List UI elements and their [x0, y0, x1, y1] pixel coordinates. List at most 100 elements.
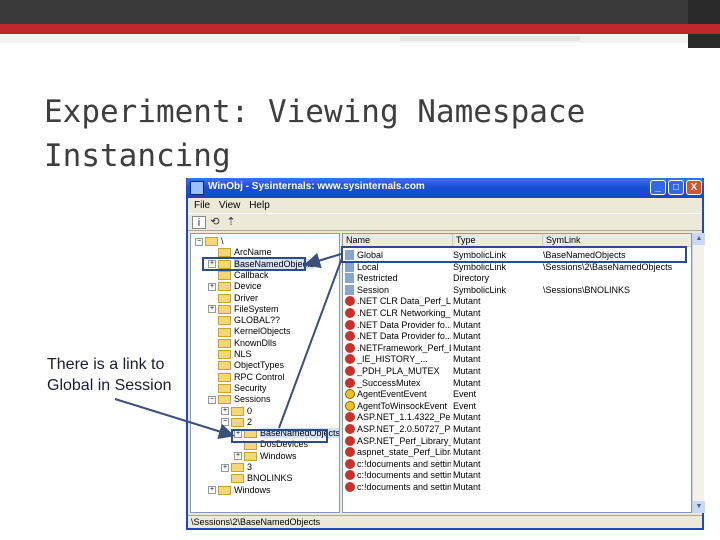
list-item[interactable]: .NET CLR Data_Perf_Li... Mutant [343, 295, 691, 307]
mutant-icon [345, 482, 355, 492]
list-item[interactable]: .NET CLR Networking_... Mutant [343, 307, 691, 319]
menu-view[interactable]: View [219, 198, 241, 213]
tree-node[interactable]: − Sessions [208, 394, 271, 405]
tree-node[interactable]: GLOBAL?? [208, 315, 280, 326]
link-icon [345, 261, 354, 272]
list-item[interactable]: .NETFramework_Perf_L...Mutant [343, 342, 691, 354]
close-button[interactable]: X [686, 180, 702, 195]
expand-icon[interactable]: + [221, 463, 229, 472]
object-type: Mutant [453, 377, 481, 388]
tree-node[interactable]: + Windows [208, 485, 271, 496]
mutant-icon [345, 366, 355, 376]
menu-help[interactable]: Help [249, 198, 270, 213]
object-type: Mutant [453, 354, 481, 365]
tree-node-label: 0 [247, 405, 253, 416]
object-type: Event [453, 389, 477, 400]
object-name: c:!documents and setting... [357, 458, 451, 469]
object-name: ASP.NET_2.0.50727_Pe... [357, 424, 451, 434]
mutant-icon [345, 331, 355, 342]
tree-node[interactable]: + FileSystem [208, 304, 279, 315]
highlight-global-link [341, 246, 687, 263]
event-icon [345, 389, 355, 400]
list-item[interactable]: aspnet_state_Perf_LibraryMutant [343, 446, 691, 458]
mutant-icon [345, 296, 355, 307]
find-icon[interactable]: ⇡ [224, 216, 238, 229]
object-name: ASP.NET_1.1.4322_Per... [357, 412, 451, 423]
list-item[interactable]: AgentEventEvent Event [343, 388, 691, 400]
list-item[interactable]: ASP.NET_Perf_Library_ Mutant [343, 435, 691, 447]
menu-file[interactable]: File [194, 198, 210, 213]
expand-icon[interactable]: + [208, 305, 216, 314]
list-item[interactable]: c:!documents and setting...Mutant [343, 469, 691, 481]
tree-node[interactable]: +3 [221, 462, 252, 473]
tree-node[interactable]: + Windows [234, 451, 297, 462]
list-item[interactable]: Session SymbolicLink \Sessions\BNOLINKS [343, 284, 691, 296]
collapse-icon[interactable]: − [208, 395, 216, 404]
list-item[interactable]: .NET Data Provider fo... Mutant [343, 330, 691, 342]
tree-node[interactable]: Callback [208, 270, 269, 281]
properties-icon[interactable]: i [192, 216, 206, 229]
tree-node-label: ArcName [234, 247, 272, 258]
folder-icon [218, 361, 231, 371]
tree-node[interactable]: RPC Control [208, 372, 285, 383]
window-titlebar[interactable]: WinObj - Sysinternals: www.sysinternals.… [186, 178, 704, 198]
minimize-button[interactable]: _ [650, 180, 666, 195]
tree-node-label: KernelObjects [234, 326, 291, 337]
maximize-button[interactable]: □ [668, 180, 684, 195]
list-item[interactable]: ASP.NET_1.1.4322_Per... Mutant [343, 411, 691, 423]
expand-icon[interactable]: + [208, 486, 216, 495]
tree-node[interactable]: Driver [208, 293, 258, 304]
list-item[interactable]: Restricted Directory [343, 272, 691, 284]
vertical-scrollbar[interactable]: ▲ ▼ [692, 233, 705, 513]
scroll-up-icon[interactable]: ▲ [693, 233, 705, 245]
collapse-icon[interactable]: − [195, 237, 203, 246]
mutant-icon [345, 308, 355, 318]
slide-title: Experiment: Viewing Namespace Instancing [44, 94, 586, 174]
tree-node-label: 3 [247, 462, 253, 473]
mutant-icon [345, 435, 355, 446]
tree-node[interactable]: ObjectTypes [208, 360, 284, 371]
object-type: Mutant [453, 470, 481, 481]
tree-node[interactable]: −2 [221, 417, 252, 428]
object-name: AgentToWinsockEvent [357, 400, 448, 411]
list-item[interactable]: AgentToWinsockEvent Event [343, 400, 691, 412]
list-item[interactable]: _IE_HISTORY_... Mutant [343, 353, 691, 365]
callout-text: There is a link to Global in Session [47, 356, 172, 394]
expand-icon[interactable]: + [221, 407, 229, 416]
object-name: Restricted [357, 273, 398, 284]
tree-node-label: Callback [234, 270, 269, 281]
tree-node-label: Sessions [234, 394, 271, 405]
list-item[interactable]: c:!documents and setting...Mutant [343, 481, 691, 493]
tree-node[interactable]: KernelObjects [208, 326, 291, 337]
scroll-down-icon[interactable]: ▼ [693, 501, 705, 513]
tree-node[interactable]: KnownDlls [208, 338, 277, 349]
object-type: Mutant [453, 458, 481, 469]
refresh-icon[interactable]: ⟲ [208, 216, 222, 229]
tree-node[interactable]: +0 [221, 406, 252, 417]
tree-node[interactable]: − \ [195, 236, 224, 247]
expand-icon[interactable]: + [234, 452, 242, 461]
tree-pane[interactable]: − \ ArcName + BaseNamedObjects Callback + Devic… [190, 233, 340, 513]
folder-icon [231, 406, 244, 416]
object-name: ASP.NET_Perf_Library_ [357, 435, 451, 446]
collapse-icon[interactable]: − [221, 418, 229, 427]
tree-node[interactable]: Security [208, 383, 267, 394]
list-item[interactable]: c:!documents and setting...Mutant [343, 458, 691, 470]
tree-node-label: GLOBAL?? [234, 315, 281, 326]
status-bar: \Sessions\2\BaseNamedObjects [188, 515, 702, 528]
list-item[interactable]: _SuccessMutex Mutant [343, 377, 691, 389]
tree-node[interactable]: NLS [208, 349, 252, 360]
object-type: Event [453, 400, 477, 411]
object-name: .NET CLR Data_Perf_Li... [357, 296, 451, 307]
folder-icon [205, 237, 218, 247]
mutant-icon [345, 354, 355, 365]
expand-icon[interactable]: + [208, 282, 216, 291]
list-item[interactable]: ASP.NET_2.0.50727_Pe...Mutant [343, 423, 691, 435]
mutant-icon [345, 447, 355, 458]
list-item[interactable]: .NET Data Provider fo... Mutant [343, 319, 691, 331]
folder-icon [218, 316, 231, 326]
object-list[interactable]: Name Type SymLink Global SymbolicLink \Bas… [342, 233, 692, 513]
list-item[interactable]: _PDH_PLA_MUTEX Mutant [343, 365, 691, 377]
tree-node[interactable]: BNOLINKS [221, 473, 293, 484]
tree-node[interactable]: + Device [208, 281, 262, 292]
